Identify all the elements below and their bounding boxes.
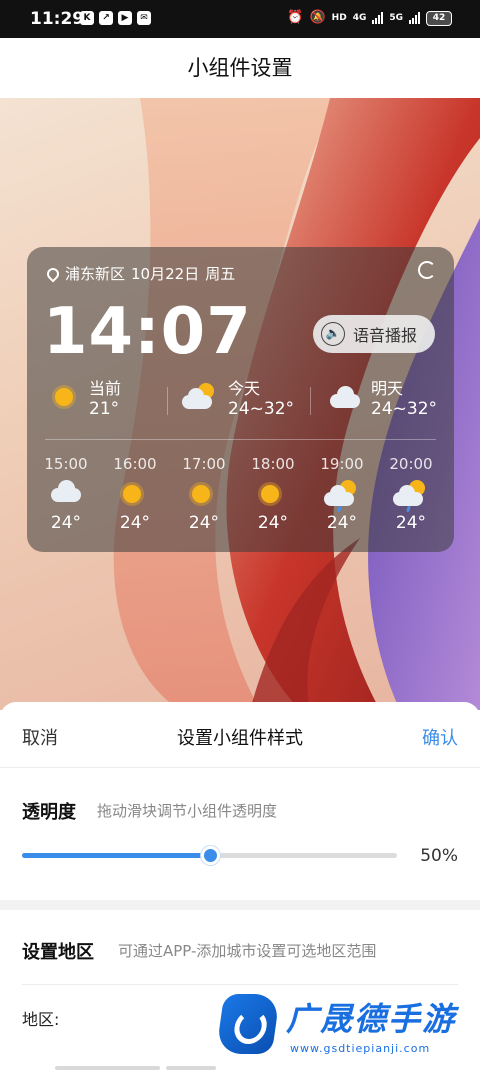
tomorrow-temp: 24~32° [371, 399, 438, 419]
page-title: 小组件设置 [187, 56, 293, 80]
hourly-forecast-item: 19:00 24° [312, 455, 372, 533]
region-hint: 可通过APP-添加城市设置可选地区范围 [118, 942, 377, 960]
sheet-header: 取消 设置小组件样式 确认 [0, 702, 480, 768]
sheet-title: 设置小组件样式 [177, 728, 303, 749]
battery-icon: 42 [426, 10, 452, 26]
opacity-hint: 拖动滑块调节小组件透明度 [97, 802, 278, 820]
hourly-forecast-item: 17:00 24° [174, 455, 234, 533]
opacity-title: 透明度 [22, 802, 76, 823]
notification-app-icon: ✉ [137, 11, 151, 25]
region-option[interactable] [55, 1066, 160, 1070]
partly-cloudy-rain-icon [324, 479, 360, 512]
location-pin-icon [44, 265, 62, 282]
brand-logo-icon [215, 994, 281, 1054]
notification-app-icon: ↗ [99, 11, 113, 25]
hour-temp: 24° [395, 513, 427, 533]
current-temp: 21° [89, 399, 120, 419]
status-time: 11:29 [30, 9, 85, 29]
hour-label: 16:00 [113, 455, 157, 473]
region-option[interactable] [166, 1066, 216, 1070]
sun-icon [255, 479, 285, 509]
partly-cloudy-icon [182, 382, 218, 412]
hour-label: 17:00 [182, 455, 226, 473]
notification-app-icon: K [80, 11, 94, 25]
cloud-icon [48, 479, 82, 503]
hour-label: 18:00 [251, 455, 295, 473]
signal-icon [372, 12, 384, 24]
hourly-forecast-item: 20:00 24° [381, 455, 441, 533]
hourly-forecast-item: 16:00 24° [105, 455, 165, 533]
widget-divider [45, 439, 436, 440]
status-indicators: ⏰ 🔕 HD 4G 5G 42 [287, 10, 452, 26]
widget-location: 浦东新区 [65, 265, 126, 283]
widget-clock: 14:07 [43, 295, 252, 369]
current-weather: 当前 21° [49, 375, 121, 419]
status-app-icons: K ↗ ▶ ✉ [80, 11, 151, 25]
hourly-forecast-item: 15:00 24° [36, 455, 96, 533]
sun-icon [49, 382, 79, 412]
alarm-icon: ⏰ [287, 10, 304, 25]
divider [22, 984, 458, 985]
opacity-value: 50% [420, 846, 458, 866]
mute-icon: 🔕 [309, 10, 326, 25]
hour-label: 20:00 [389, 455, 433, 473]
refresh-icon[interactable] [418, 261, 436, 279]
current-label: 当前 [89, 379, 122, 398]
widget-location-row: 浦东新区 10月22日 周五 [44, 263, 236, 284]
voice-broadcast-button[interactable]: 🔈 语音播报 [313, 315, 435, 353]
tomorrow-weather: 明天 24~32° [327, 375, 437, 419]
divider [310, 387, 311, 415]
today-temp: 24~32° [228, 399, 295, 419]
widget-date: 10月22日 [131, 265, 200, 283]
hour-label: 19:00 [320, 455, 364, 473]
sun-icon [117, 479, 147, 509]
cloud-icon [327, 385, 361, 409]
hour-temp: 24° [50, 513, 82, 533]
status-bar: 11:29 K ↗ ▶ ✉ ⏰ 🔕 HD 4G 5G 42 [0, 0, 480, 38]
confirm-button[interactable]: 确认 [422, 724, 458, 750]
region-label[interactable]: 地区: [22, 1006, 59, 1030]
widget-weekday: 周五 [205, 265, 236, 283]
hour-label: 15:00 [44, 455, 88, 473]
notification-app-icon: ▶ [118, 11, 132, 25]
title-bar: 小组件设置 [0, 38, 480, 98]
speaker-icon: 🔈 [321, 322, 345, 346]
weather-widget[interactable]: 浦东新区 10月22日 周五 14:07 🔈 语音播报 当前 21° 今天 24… [27, 247, 454, 552]
hourly-forecast-item: 18:00 24° [243, 455, 303, 533]
today-label: 今天 [228, 379, 261, 398]
sun-icon [186, 479, 216, 509]
signal-icon [409, 12, 420, 24]
voice-broadcast-label: 语音播报 [353, 326, 418, 345]
partly-cloudy-rain-icon [393, 479, 429, 512]
watermark-brand: 广晟德手游 [286, 1000, 457, 1038]
today-weather: 今天 24~32° [182, 375, 294, 419]
opacity-slider-thumb[interactable] [200, 846, 220, 865]
hour-temp: 24° [326, 513, 358, 533]
opacity-slider-fill [22, 853, 210, 858]
opacity-slider[interactable] [22, 846, 397, 865]
section-separator [0, 900, 480, 910]
divider [167, 387, 168, 415]
hd-label: HD [331, 13, 347, 23]
watermark: 广晟德手游 www.gsdtiepianji.com [215, 990, 480, 1070]
watermark-url: www.gsdtiepianji.com [290, 1042, 431, 1055]
network-label: 4G [352, 13, 367, 23]
hour-temp: 24° [257, 513, 289, 533]
hour-temp: 24° [119, 513, 151, 533]
tomorrow-label: 明天 [371, 379, 404, 398]
hour-temp: 24° [188, 513, 220, 533]
network-label: 5G [389, 13, 403, 23]
region-title: 设置地区 [22, 942, 94, 963]
